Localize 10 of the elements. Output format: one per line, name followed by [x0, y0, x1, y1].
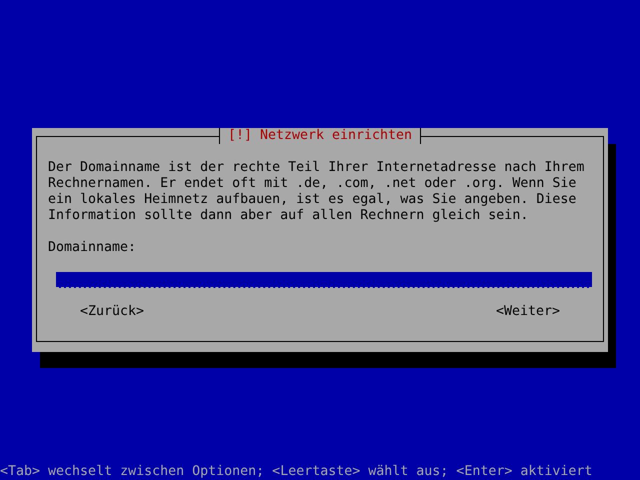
dialog-button[interactable]: <Weiter> — [496, 304, 560, 320]
domain-input-field[interactable] — [56, 272, 592, 288]
description-line: ein lokales Heimnetz aufbauen, ist es egal, was Sie angeben. Diese — [48, 192, 578, 208]
description-line: Rechnernamen. Er endet oft mit .de, .com, .net oder .org. Wenn Sie — [48, 176, 578, 192]
description-line: Information sollte dann aber auf allen Rechnern gleich sein. — [48, 208, 530, 224]
dialog-button[interactable]: <Zurück> — [80, 304, 144, 320]
field-label: Domainname: — [48, 240, 138, 256]
dialog-title: [!] Netzwerk einrichten — [218, 128, 422, 144]
description-line: Der Domainname ist der rechte Teil Ihrer Internetadresse nach Ihrem — [48, 160, 586, 176]
key-help-text: <Tab> wechselt zwischen Optionen; <Leertaste> wählt aus; <Enter> aktiviert — [0, 464, 594, 480]
